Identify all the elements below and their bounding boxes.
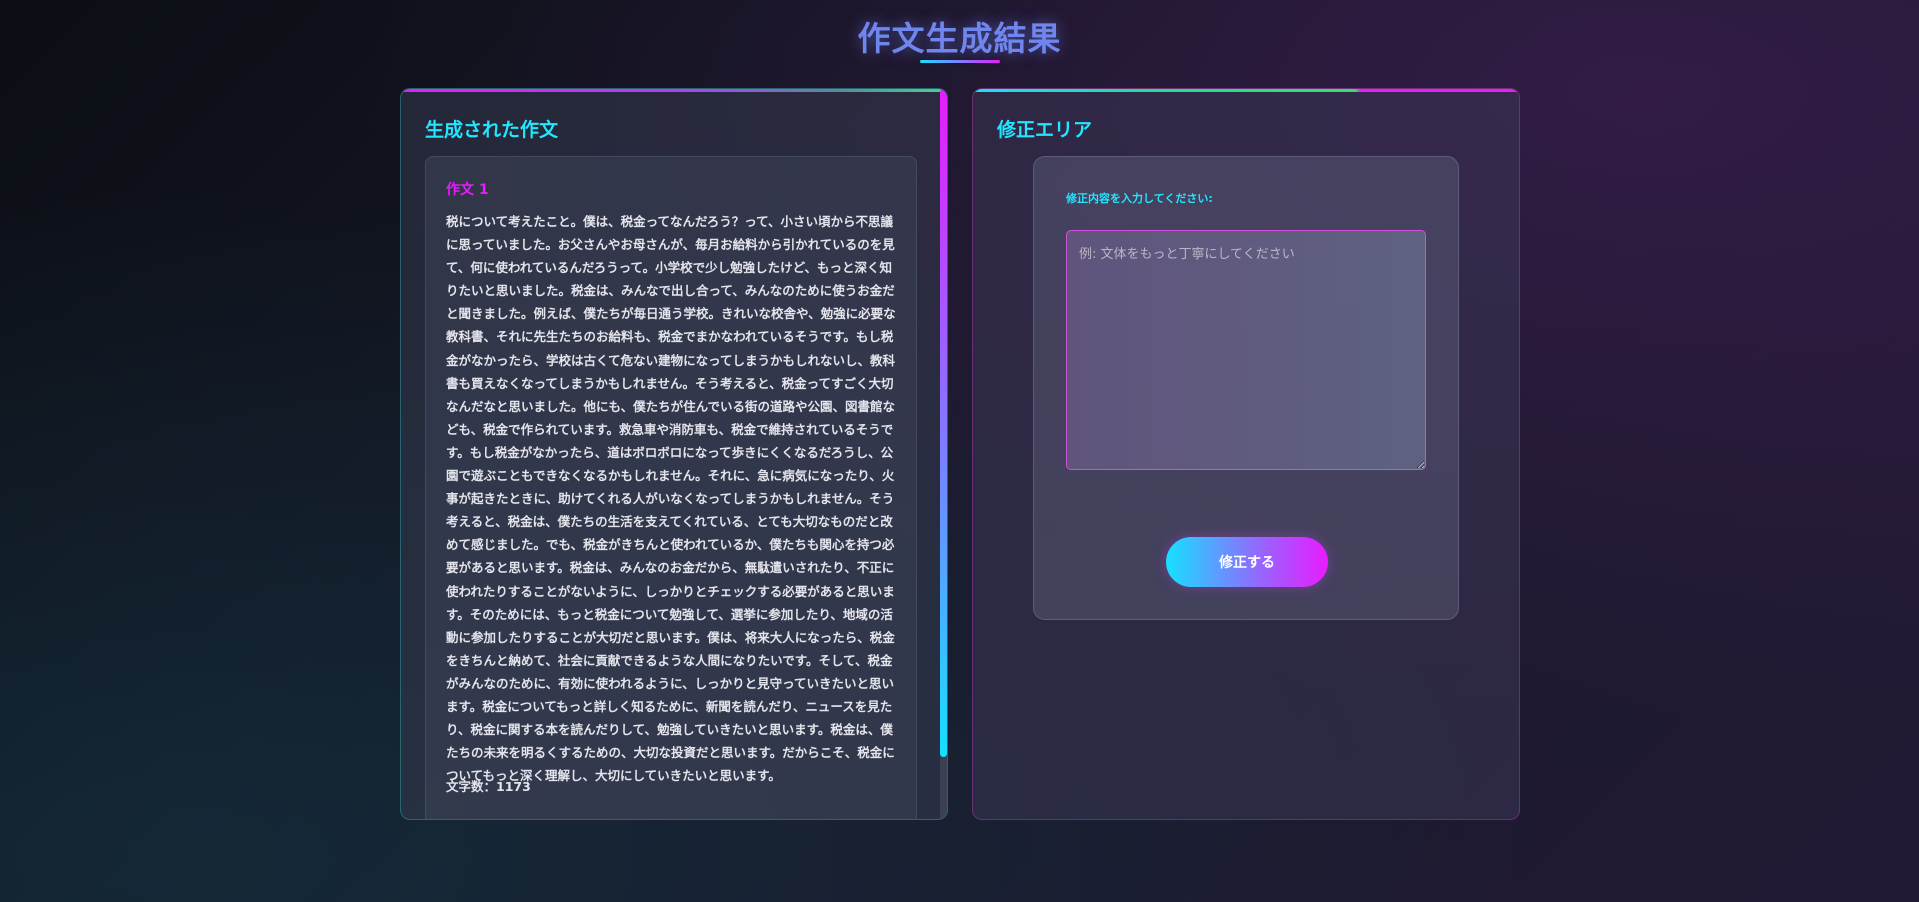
revision-form: 修正内容を入力してください: 修正する: [1033, 156, 1459, 620]
revise-button[interactable]: 修正する: [1166, 537, 1328, 587]
essay-title: 作文 1: [446, 182, 489, 198]
essay-body: 税について考えたこと。僕は、税金ってなんだろう？って、小さい頃から不思議に思って…: [446, 214, 896, 784]
panel-accent-line: [973, 89, 1519, 92]
page-title: 作文生成結果: [857, 19, 1062, 58]
essay-scrollbar[interactable]: [940, 89, 947, 819]
generated-essay-heading: 生成された作文: [425, 119, 559, 141]
generated-essay-panel: 生成された作文 作文 1 税について考えたこと。僕は、税金ってなんだろう？って、…: [400, 88, 948, 820]
char-count: 文字数：1173: [446, 779, 531, 794]
revision-heading: 修正エリア: [997, 119, 1093, 141]
panel-accent-line: [401, 89, 947, 92]
essay-scrollbar-thumb[interactable]: [940, 89, 947, 757]
revision-input-label: 修正内容を入力してください:: [1066, 192, 1213, 205]
title-underline: [920, 60, 1000, 63]
revision-input[interactable]: [1066, 230, 1426, 470]
revision-panel: 修正エリア 修正内容を入力してください: 修正する: [972, 88, 1520, 820]
essay-card: 作文 1 税について考えたこと。僕は、税金ってなんだろう？って、小さい頃から不思…: [425, 156, 917, 819]
